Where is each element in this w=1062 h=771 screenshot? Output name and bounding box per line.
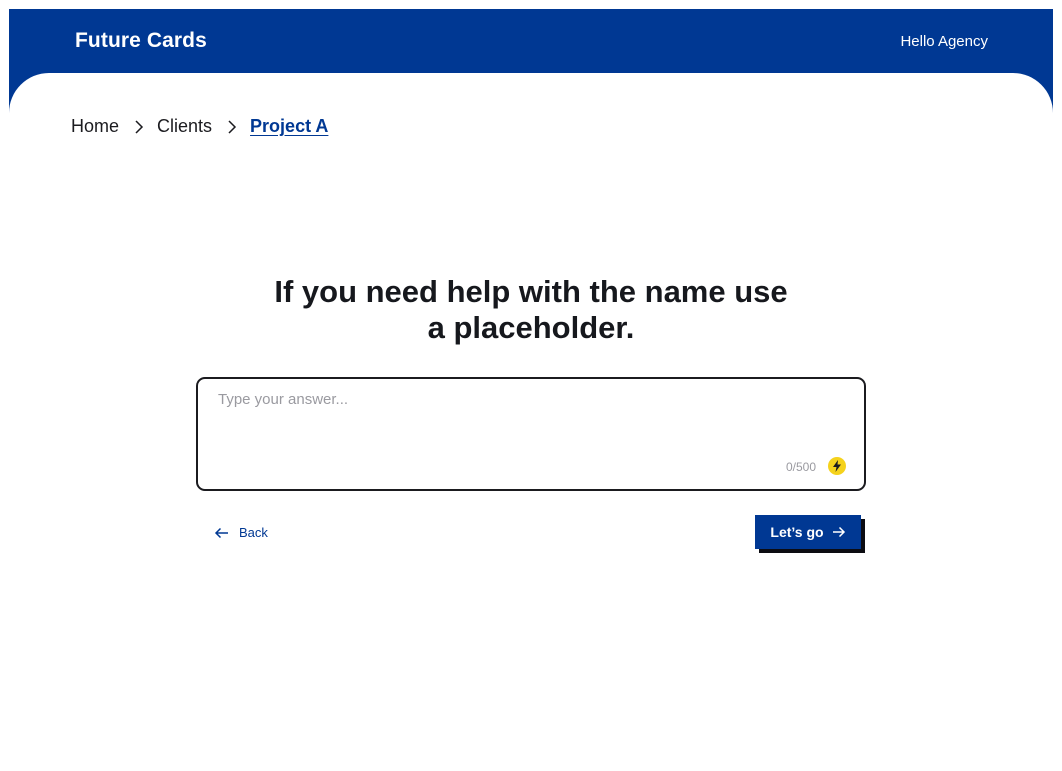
lets-go-label: Let’s go xyxy=(770,524,824,540)
lets-go-button-wrapper: Let’s go xyxy=(755,515,865,553)
lets-go-button[interactable]: Let’s go xyxy=(755,515,861,549)
breadcrumb-current-project[interactable]: Project A xyxy=(250,116,328,137)
back-label: Back xyxy=(239,525,268,540)
character-counter: 0/500 xyxy=(785,460,816,474)
breadcrumb: Home Clients Project A xyxy=(71,116,328,137)
question-heading: If you need help with the name use a pla… xyxy=(274,274,788,345)
breadcrumb-home[interactable]: Home xyxy=(71,116,119,137)
app-frame: Future Cards Hello Agency Home Clients P… xyxy=(9,9,1053,771)
arrow-right-icon xyxy=(832,526,845,538)
lightning-bolt-icon[interactable] xyxy=(828,457,846,475)
user-greeting[interactable]: Hello Agency xyxy=(900,33,988,50)
chevron-right-icon xyxy=(226,119,238,134)
answer-field-container: 0/500 xyxy=(196,377,866,491)
breadcrumb-clients[interactable]: Clients xyxy=(157,116,212,137)
arrow-left-icon xyxy=(214,527,228,538)
chevron-right-icon xyxy=(133,119,145,134)
brand-logo[interactable]: Future Cards xyxy=(75,29,207,53)
answer-textarea[interactable] xyxy=(218,391,838,451)
back-button[interactable]: Back xyxy=(214,525,268,540)
